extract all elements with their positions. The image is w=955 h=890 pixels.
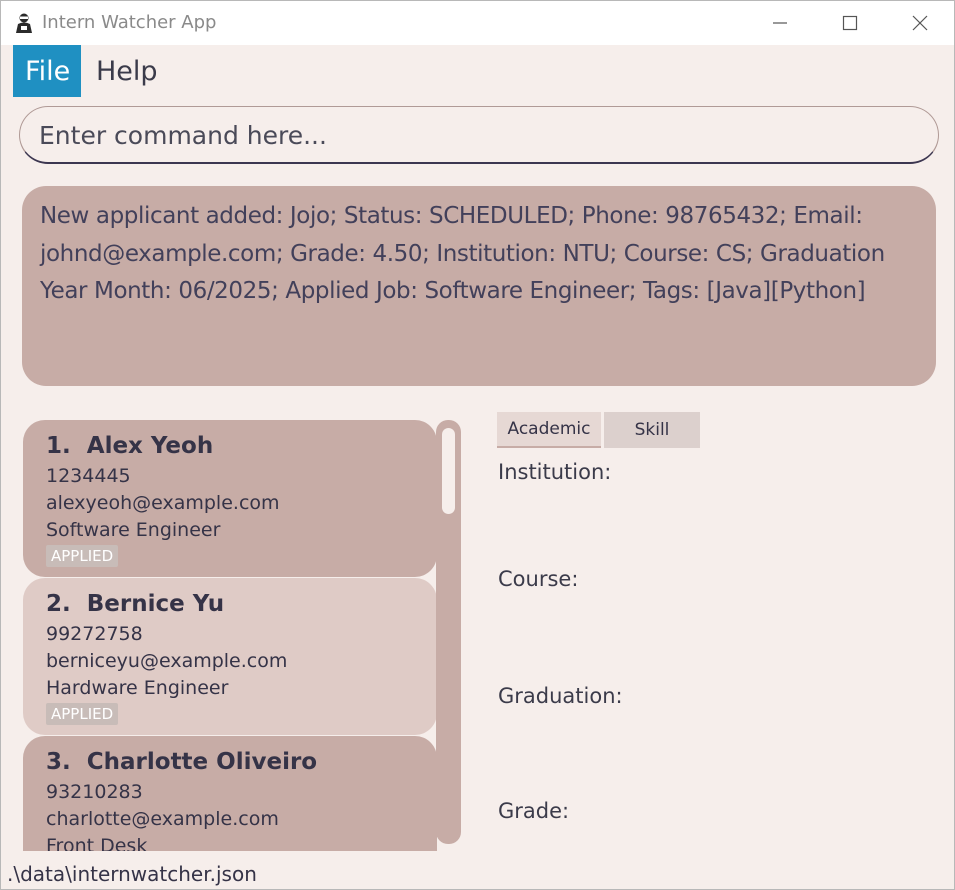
applicant-phone: 1234445 [46, 465, 131, 487]
menu-help[interactable]: Help [84, 45, 170, 97]
applicant-job: Software Engineer [46, 519, 221, 541]
app-icon [16, 13, 32, 33]
applicant-card[interactable]: 2. Bernice Yu 99272758 berniceyu@example… [23, 578, 437, 735]
institution-label: Institution: [498, 460, 612, 484]
minimize-icon [773, 22, 787, 24]
command-input[interactable] [39, 107, 919, 163]
minimize-button[interactable] [745, 1, 815, 45]
scrollbar-thumb[interactable] [442, 428, 455, 514]
applicant-email: charlotte@example.com [46, 808, 279, 830]
graduation-label: Graduation: [498, 684, 623, 708]
status-bar: .\data\internwatcher.json [1, 853, 954, 889]
applicant-email: berniceyu@example.com [46, 650, 288, 672]
window-title: Intern Watcher App [42, 12, 217, 33]
applicant-name: 3. Charlotte Oliveiro [46, 749, 318, 775]
applicant-list: 1. Alex Yeoh 1234445 alexyeoh@example.co… [13, 405, 479, 851]
close-button[interactable] [885, 1, 954, 45]
title-bar: Intern Watcher App [1, 1, 954, 45]
menu-bar: File Help [1, 45, 954, 97]
command-box [19, 106, 939, 164]
tab-skill[interactable]: Skill [604, 412, 700, 448]
applicant-card[interactable]: 1. Alex Yeoh 1234445 alexyeoh@example.co… [23, 420, 437, 577]
maximize-button[interactable] [815, 1, 885, 45]
status-badge: APPLIED [46, 703, 119, 725]
applicant-job: Front Desk [46, 835, 148, 851]
menu-file[interactable]: File [13, 45, 81, 97]
applicant-job: Hardware Engineer [46, 677, 229, 699]
list-scrollbar[interactable] [436, 420, 461, 844]
data-file-path: .\data\internwatcher.json [7, 862, 257, 886]
applicant-email: alexyeoh@example.com [46, 492, 280, 514]
applicant-name: 2. Bernice Yu [46, 591, 225, 617]
result-display: New applicant added: Jojo; Status: SCHED… [22, 186, 936, 386]
result-text: New applicant added: Jojo; Status: SCHED… [40, 203, 885, 304]
tab-academic[interactable]: Academic [497, 412, 601, 448]
applicant-phone: 93210283 [46, 781, 143, 803]
status-badge: APPLIED [46, 545, 119, 567]
course-label: Course: [498, 567, 579, 591]
applicant-card[interactable]: 3. Charlotte Oliveiro 93210283 charlotte… [23, 736, 437, 851]
maximize-icon [842, 15, 858, 31]
detail-panel: Academic Skill Institution: Course: Grad… [481, 405, 954, 851]
close-icon [912, 15, 928, 31]
app-window: Intern Watcher App File Help New applica… [0, 0, 955, 890]
grade-label: Grade: [498, 799, 570, 823]
applicant-phone: 99272758 [46, 623, 143, 645]
applicant-name: 1. Alex Yeoh [46, 433, 214, 459]
